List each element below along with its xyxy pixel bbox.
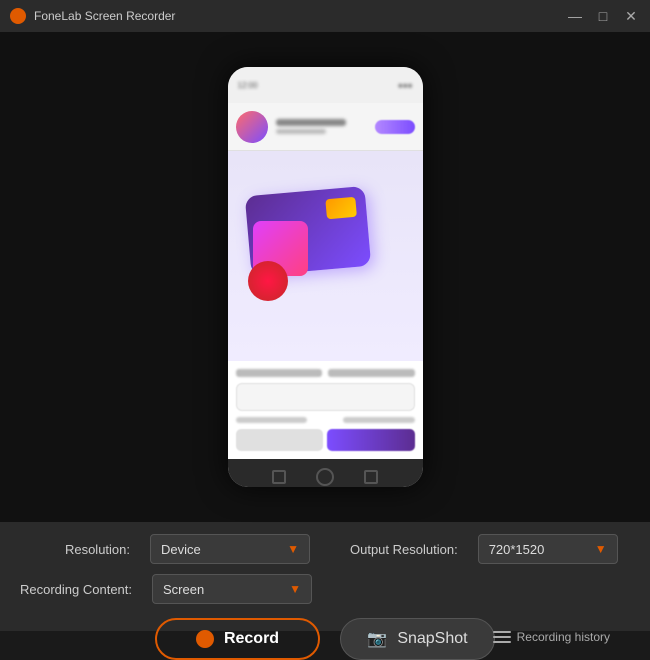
record-button[interactable]: Record: [155, 618, 320, 660]
phone-nav-home: [316, 468, 334, 486]
snapshot-button[interactable]: 📷 SnapShot: [340, 618, 495, 660]
resolution-arrow-icon: ▼: [287, 542, 299, 556]
phone-top-bar: 12:00 ●●●: [228, 67, 423, 103]
phone-screen: 12:00 ●●●: [228, 67, 423, 487]
app-icon: [10, 8, 26, 24]
record-button-label: Record: [224, 630, 279, 648]
phone-user-row: [228, 103, 423, 151]
phone-status-time: 12:00: [238, 81, 258, 90]
recording-content-row: Recording Content: Screen ▼: [20, 574, 630, 604]
maximize-button[interactable]: □: [594, 7, 612, 25]
main-content: 12:00 ●●●: [0, 32, 650, 522]
output-resolution-label: Output Resolution:: [350, 542, 458, 557]
record-dot-icon: [196, 630, 214, 648]
phone-fake-btn-1: [236, 429, 324, 451]
output-resolution-arrow-icon: ▼: [595, 542, 607, 556]
close-button[interactable]: ✕: [622, 7, 640, 25]
snapshot-button-label: SnapShot: [397, 630, 467, 648]
buttons-wrapper: Record 📷 SnapShot Recording history: [20, 614, 630, 660]
output-resolution-dropdown[interactable]: 720*1520 ▼: [478, 534, 618, 564]
phone-label-2: [328, 369, 415, 377]
resolution-row: Resolution: Device ▼ Output Resolution: …: [20, 534, 630, 564]
phone-fake-btn-2: [327, 429, 415, 451]
history-line-1: [493, 631, 511, 633]
graphic-red-blob: [248, 261, 288, 301]
bottom-controls: Resolution: Device ▼ Output Resolution: …: [0, 522, 650, 631]
history-lines-icon: [493, 631, 511, 643]
phone-status-icons: ●●●: [398, 81, 413, 90]
history-line-2: [493, 636, 511, 638]
phone-nav: [228, 459, 423, 487]
camera-icon: 📷: [367, 629, 387, 649]
history-label: Recording history: [517, 630, 610, 644]
phone-user-sub: [276, 129, 326, 134]
phone-user-info: [276, 119, 367, 134]
phone-user-name: [276, 119, 346, 126]
phone-small-text-row: [236, 417, 415, 423]
title-bar: FoneLab Screen Recorder — □ ✕: [0, 0, 650, 32]
phone-small-text-2: [343, 417, 415, 423]
phone-label-1: [236, 369, 323, 377]
output-resolution-value: 720*1520: [489, 542, 545, 557]
phone-nav-recent: [364, 470, 378, 484]
buttons-row: Record 📷 SnapShot: [155, 618, 495, 660]
title-bar-controls: — □ ✕: [566, 7, 640, 25]
phone-small-text-1: [236, 417, 308, 423]
recording-content-label: Recording Content:: [20, 582, 132, 597]
app-title: FoneLab Screen Recorder: [34, 9, 175, 23]
resolution-dropdown[interactable]: Device ▼: [150, 534, 310, 564]
phone-tag: [375, 120, 415, 134]
minimize-button[interactable]: —: [566, 7, 584, 25]
phone-input-box: [236, 383, 415, 411]
phone-label-row: [236, 369, 415, 377]
phone-preview: 12:00 ●●●: [228, 67, 423, 487]
recording-content-arrow-icon: ▼: [289, 582, 301, 596]
resolution-label: Resolution:: [20, 542, 130, 557]
phone-graphic: [228, 151, 423, 361]
phone-button-row: [236, 429, 415, 451]
phone-avatar: [236, 111, 268, 143]
resolution-value: Device: [161, 542, 201, 557]
title-bar-left: FoneLab Screen Recorder: [10, 8, 175, 24]
phone-bottom: [228, 361, 423, 459]
history-line-3: [493, 641, 511, 643]
recording-history-button[interactable]: Recording history: [493, 630, 610, 644]
recording-content-value: Screen: [163, 582, 204, 597]
phone-nav-back: [272, 470, 286, 484]
recording-content-dropdown[interactable]: Screen ▼: [152, 574, 312, 604]
